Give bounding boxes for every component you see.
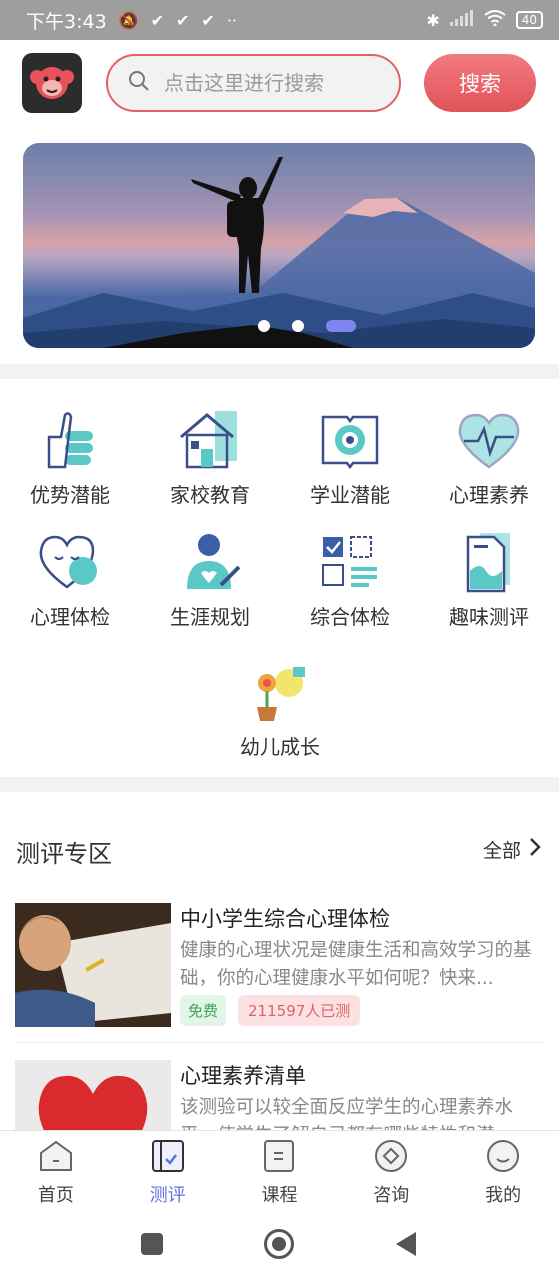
category-label: 幼儿成长 xyxy=(240,735,320,759)
wifi-icon xyxy=(484,10,506,30)
bluetooth-icon: ✱ xyxy=(426,10,440,30)
consult-icon xyxy=(373,1139,409,1173)
category-shengya[interactable]: 生涯规划 xyxy=(140,531,280,630)
category-label: 优势潜能 xyxy=(30,483,110,507)
carousel-dot[interactable] xyxy=(258,320,270,332)
category-label: 心理体检 xyxy=(30,605,110,629)
category-xinli-tijian[interactable]: 心理体检 xyxy=(0,531,140,630)
card-title: 心理素养清单 xyxy=(180,1064,306,1088)
category-label: 家校教育 xyxy=(170,483,250,507)
assessment-card[interactable]: 中小学生综合心理体检 健康的心理状况是健康生活和高效学习的基础，你的心理健康水平… xyxy=(15,903,545,1033)
top-header: 搜索 xyxy=(0,40,559,128)
check-icon: ✔ xyxy=(150,10,164,30)
search-input[interactable] xyxy=(164,71,384,95)
status-bar: 下午3:43 🔕 ✔ ✔ ✔ ·· ✱ 40 xyxy=(0,0,559,40)
tab-course[interactable]: 课程 xyxy=(224,1131,336,1212)
home-icon xyxy=(38,1139,74,1173)
tab-label: 我的 xyxy=(485,1185,522,1206)
category-grid: 优势潜能 家校教育 学业潜能 心理素养 心理体检 生涯规划 综合体检 趣味测评 … xyxy=(0,379,559,777)
checklist-icon xyxy=(315,531,385,595)
banner-image xyxy=(23,157,535,348)
tab-label: 首页 xyxy=(37,1185,74,1206)
carousel-dot[interactable] xyxy=(292,320,304,332)
free-badge: 免费 xyxy=(180,995,227,1026)
tab-label: 课程 xyxy=(261,1185,298,1206)
status-time: 下午3:43 xyxy=(26,10,107,33)
book-target-icon xyxy=(315,409,385,473)
category-quwei[interactable]: 趣味测评 xyxy=(419,531,559,630)
check-icon: ✔ xyxy=(176,10,190,30)
category-label: 生涯规划 xyxy=(170,605,250,629)
assessment-section: 测评专区 全部 中小学生综合心理体检 健康的心理状况是健康生活和高效学习的基础，… xyxy=(0,792,559,1130)
category-youer[interactable]: 幼儿成长 xyxy=(210,661,350,760)
banner-carousel[interactable] xyxy=(23,143,535,348)
mute-icon: 🔕 xyxy=(118,10,139,30)
house-icon xyxy=(175,409,245,473)
category-jiaxiao[interactable]: 家校教育 xyxy=(140,409,280,508)
category-label: 心理素养 xyxy=(449,483,529,507)
tab-label: 测评 xyxy=(149,1185,186,1206)
carousel-dot-active[interactable] xyxy=(326,320,356,332)
banner-section xyxy=(0,128,559,364)
category-youshi[interactable]: 优势潜能 xyxy=(0,409,140,508)
chevron-right-icon xyxy=(529,837,541,862)
person-pen-icon xyxy=(175,531,245,595)
card-description: 该测验可以较全面反应学生的心理素养水平，使学生了解自己都有哪些特性和潜 xyxy=(180,1097,514,1130)
battery-indicator: 40 xyxy=(515,11,543,29)
view-all-label: 全部 xyxy=(483,840,522,862)
search-bar[interactable] xyxy=(106,54,401,112)
more-dots-icon: ·· xyxy=(226,10,237,30)
recent-apps-button[interactable] xyxy=(140,1232,164,1260)
category-xinli-suyang[interactable]: 心理素养 xyxy=(419,409,559,508)
assessment-icon xyxy=(150,1139,186,1173)
profile-icon xyxy=(485,1139,521,1173)
app-logo[interactable] xyxy=(22,53,82,113)
search-button[interactable]: 搜索 xyxy=(424,54,536,112)
heart-pulse-icon xyxy=(454,409,524,473)
bottom-tab-bar: 首页 测评 课程 咨询 我的 xyxy=(0,1130,559,1212)
home-nav-button[interactable] xyxy=(263,1228,295,1264)
course-icon xyxy=(261,1139,297,1173)
card-title: 中小学生综合心理体检 xyxy=(180,907,390,931)
category-label: 趣味测评 xyxy=(449,605,529,629)
tab-label: 咨询 xyxy=(373,1185,410,1206)
tab-consult[interactable]: 咨询 xyxy=(335,1131,447,1212)
card-description: 健康的心理状况是健康生活和高效学习的基础，你的心理健康水平如何呢？快来... xyxy=(180,940,532,989)
tab-assessment[interactable]: 测评 xyxy=(112,1131,224,1212)
category-label: 综合体检 xyxy=(310,605,390,629)
document-icon xyxy=(454,531,524,595)
category-xueye[interactable]: 学业潜能 xyxy=(280,409,420,508)
back-nav-button[interactable] xyxy=(394,1230,418,1262)
carousel-indicator xyxy=(258,320,356,332)
system-nav-bar xyxy=(0,1212,559,1280)
check-icon: ✔ xyxy=(201,10,215,30)
flower-watering-icon xyxy=(245,661,315,725)
tab-profile[interactable]: 我的 xyxy=(447,1131,559,1212)
card-thumbnail xyxy=(15,903,171,1027)
thumbs-up-icon xyxy=(35,409,105,473)
assessment-card[interactable]: 心理素养清单 该测验可以较全面反应学生的心理素养水平，使学生了解自己都有哪些特性… xyxy=(15,1060,545,1130)
search-icon xyxy=(128,70,150,96)
view-all-link[interactable]: 全部 xyxy=(483,836,541,863)
card-thumbnail xyxy=(15,1060,171,1130)
signal-icon xyxy=(449,10,474,30)
card-divider xyxy=(15,1042,545,1043)
category-label: 学业潜能 xyxy=(310,483,390,507)
heart-chat-icon xyxy=(35,531,105,595)
participant-count-badge: 211597人已测 xyxy=(238,995,361,1026)
tab-home[interactable]: 首页 xyxy=(0,1131,112,1212)
category-zonghe[interactable]: 综合体检 xyxy=(280,531,420,630)
section-title: 测评专区 xyxy=(16,840,112,868)
card-tags: 免费 211597人已测 xyxy=(180,995,361,1026)
